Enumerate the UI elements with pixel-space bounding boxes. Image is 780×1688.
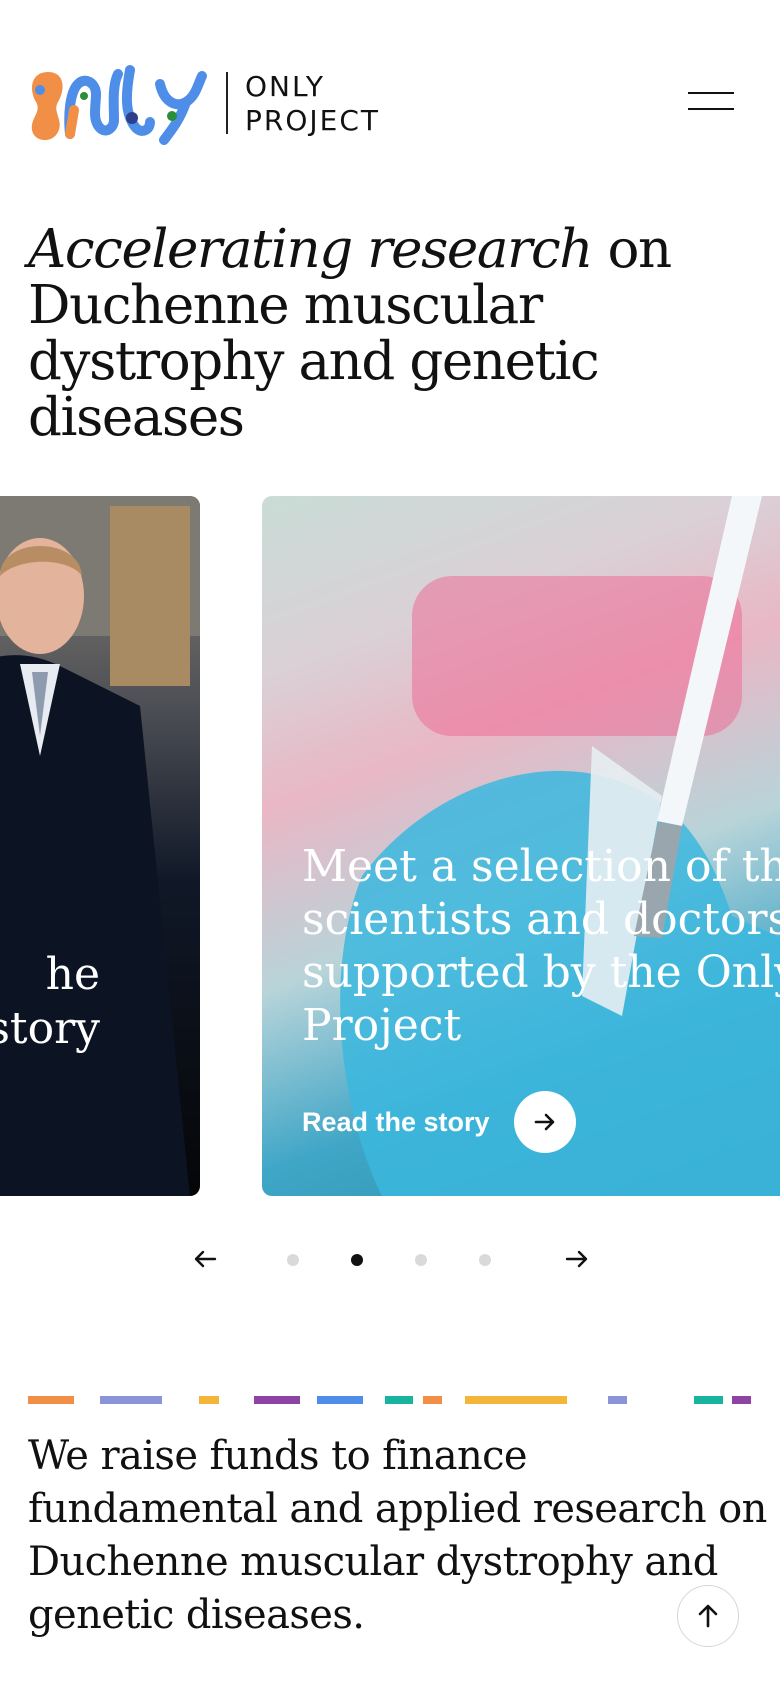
story-card-previous-line1: he [45,949,100,1000]
story-card-previous-line2: story [0,1003,100,1054]
color-segment [465,1396,567,1404]
color-segment [199,1396,219,1404]
story-card-title-line4: Project [302,1000,462,1051]
color-segment [385,1396,413,1404]
logo-divider [226,72,228,134]
read-the-story-label: Read the story [302,1106,490,1137]
color-segment [608,1396,627,1404]
hero-title-italic: Accelerating research [28,219,593,280]
arrow-right-icon[interactable] [513,1091,576,1153]
color-segment [317,1396,363,1404]
brand-name-line1: ONLY [245,70,325,103]
brand-name[interactable]: ONLY PROJECT [245,70,380,138]
carousel-dot-4[interactable] [479,1254,491,1266]
story-card-title-line2: scientists and doctors [302,894,780,945]
color-segment [100,1396,162,1404]
hero-title: Accelerating research on Duchenne muscul… [28,222,748,446]
color-segment [694,1396,723,1404]
color-segment [254,1396,300,1404]
site-header: ONLY PROJECT [0,0,780,200]
story-carousel: he story Meet a selection of th scientis… [0,496,780,1196]
brand-name-line2: PROJECT [245,104,380,137]
color-segment [28,1396,74,1404]
carousel-dot-2[interactable] [351,1254,363,1266]
mission-statement: We raise funds to finance fundamental an… [28,1433,767,1638]
story-card-previous[interactable]: he story [0,496,200,1196]
carousel-controls [0,1240,780,1280]
decorative-color-bar [0,1396,780,1404]
carousel-dot-3[interactable] [415,1254,427,1266]
read-the-story-button[interactable]: Read the story [302,1091,576,1153]
hamburger-icon[interactable] [688,92,734,116]
story-card-title-line3: supported by the Only [302,947,780,998]
arrow-right-icon[interactable] [562,1244,592,1274]
only-logo-icon[interactable] [26,62,210,146]
story-card-title-line1: Meet a selection of th [302,841,780,892]
portrait-photo [0,496,200,1196]
carousel-dot-1[interactable] [287,1254,299,1266]
arrow-left-icon[interactable] [190,1244,220,1274]
color-segment [423,1396,442,1404]
story-card-previous-title: he story [0,948,100,1056]
color-segment [732,1396,751,1404]
arrow-up-icon[interactable] [677,1585,739,1647]
story-card-current[interactable]: Meet a selection of th scientists and do… [262,496,780,1196]
story-card-current-title: Meet a selection of th scientists and do… [302,840,780,1052]
